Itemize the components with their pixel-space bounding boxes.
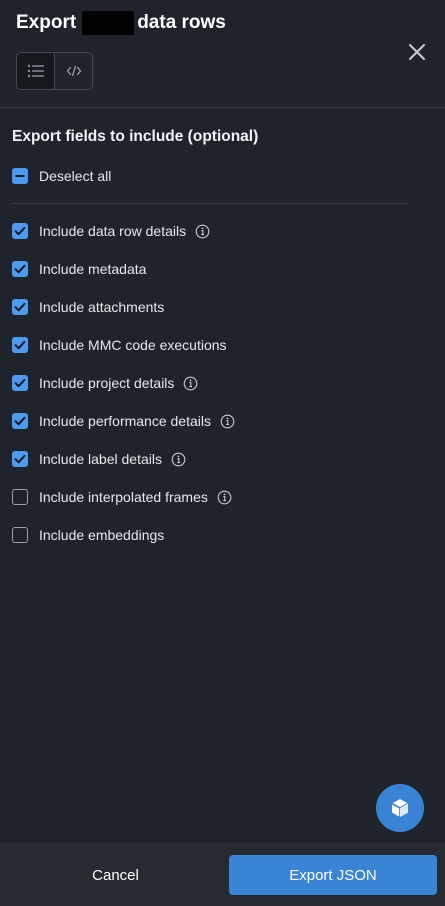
divider (12, 203, 409, 204)
field-label: Include MMC code executions (39, 337, 227, 353)
field-label: Include attachments (39, 299, 165, 315)
field-checkbox[interactable] (12, 413, 28, 429)
field-label: Include data row details (39, 223, 187, 239)
field-row[interactable]: Include project details (12, 372, 198, 394)
redacted-dataset-name (82, 11, 135, 35)
panel-header: Export data rows (0, 0, 445, 108)
check-icon (14, 264, 26, 274)
field-row[interactable]: Include label details (12, 448, 186, 470)
field-checkbox[interactable] (12, 489, 28, 505)
check-icon (14, 302, 26, 312)
field-label: Include interpolated frames (39, 489, 208, 505)
field-row[interactable]: Include performance details (12, 410, 235, 432)
check-icon (14, 226, 26, 236)
deselect-all-label: Deselect all (39, 168, 112, 184)
field-checkbox[interactable] (12, 451, 28, 467)
deselect-all-checkbox[interactable] (12, 168, 28, 184)
deselect-all-row[interactable]: Deselect all (12, 165, 111, 187)
panel-footer: Cancel Export JSON (0, 843, 445, 906)
cancel-button[interactable]: Cancel (8, 855, 223, 895)
field-row[interactable]: Include embeddings (12, 524, 164, 546)
title-prefix: Export (16, 12, 77, 33)
check-icon (14, 416, 26, 426)
check-icon (14, 378, 26, 388)
field-label: Include project details (39, 375, 175, 391)
code-view-button[interactable] (55, 53, 92, 89)
check-icon (14, 340, 26, 350)
info-icon[interactable] (183, 376, 198, 391)
field-row[interactable]: Include attachments (12, 296, 164, 318)
field-row[interactable]: Include MMC code executions (12, 334, 227, 356)
field-label: Include label details (39, 451, 162, 467)
field-label: Include metadata (39, 261, 147, 277)
field-checkbox[interactable] (12, 337, 28, 353)
section-title: Export fields to include (optional) (12, 128, 259, 145)
code-icon (66, 65, 81, 77)
close-button[interactable] (405, 40, 429, 64)
cube-icon (391, 799, 409, 817)
field-row[interactable]: Include metadata (12, 258, 146, 280)
list-view-button[interactable] (17, 53, 55, 89)
check-icon (14, 454, 26, 464)
field-checkbox[interactable] (12, 299, 28, 315)
info-icon[interactable] (220, 414, 235, 429)
field-checkbox[interactable] (12, 375, 28, 391)
field-checkbox[interactable] (12, 223, 28, 239)
close-icon (409, 44, 425, 60)
field-row[interactable]: Include interpolated frames (12, 486, 232, 508)
list-icon (27, 64, 44, 78)
field-label: Include performance details (39, 413, 211, 429)
info-icon[interactable] (195, 224, 210, 239)
title-suffix: data rows (137, 12, 226, 33)
minus-icon (15, 175, 25, 177)
info-icon[interactable] (171, 452, 186, 467)
export-panel: Export data rows Export fields to includ… (0, 0, 445, 906)
help-fab-button[interactable] (376, 784, 424, 832)
field-checkbox[interactable] (12, 527, 28, 543)
info-icon[interactable] (217, 490, 232, 505)
field-label: Include embeddings (39, 527, 165, 543)
export-json-button[interactable]: Export JSON (229, 855, 437, 895)
view-toggle (16, 52, 93, 90)
page-title: Export data rows (16, 11, 226, 35)
field-checkbox[interactable] (12, 261, 28, 277)
field-row[interactable]: Include data row details (12, 220, 210, 242)
